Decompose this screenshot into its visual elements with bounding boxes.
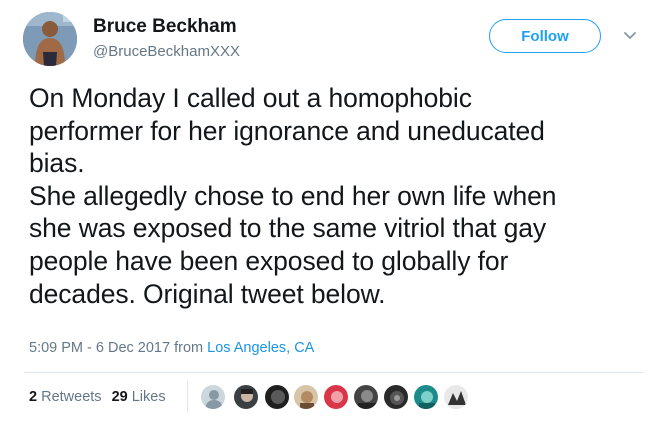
follow-button[interactable]: Follow	[489, 19, 601, 53]
tweet-location-link[interactable]: Los Angeles, CA	[207, 340, 314, 356]
tweet-metadata: 5:09 PM - 6 Dec 2017 from Los Angeles, C…	[29, 340, 314, 356]
tweet-timestamp[interactable]: 5:09 PM - 6 Dec 2017	[29, 340, 170, 356]
likes-stat[interactable]: 29 Likes	[112, 389, 166, 405]
liker-avatar-2[interactable]	[233, 384, 259, 410]
liker-avatar-5[interactable]	[323, 384, 349, 410]
stats-separator	[187, 381, 188, 413]
retweets-stat[interactable]: 2 Retweets	[29, 389, 102, 405]
profile-photo-icon	[23, 12, 77, 66]
tweet-header: Bruce Beckham @BruceBeckhamXXX Follow	[23, 12, 643, 72]
liker-avatar-1[interactable]	[200, 384, 226, 410]
avatar[interactable]	[23, 12, 77, 66]
tweet-card: Bruce Beckham @BruceBeckhamXXX Follow On…	[0, 0, 660, 427]
liker-avatar-3[interactable]	[264, 384, 290, 410]
liker-avatar-4[interactable]	[293, 384, 319, 410]
liker-avatar-6[interactable]	[353, 384, 379, 410]
likes-label: Likes	[131, 389, 166, 405]
liker-avatar-9[interactable]	[443, 384, 469, 410]
retweets-count: 2	[29, 389, 38, 405]
divider	[24, 372, 644, 373]
liker-avatar-7[interactable]	[383, 384, 409, 410]
likes-count: 29	[111, 389, 128, 405]
from-label: from	[174, 340, 204, 356]
user-handle[interactable]: @BruceBeckhamXXX	[93, 43, 240, 60]
tweet-stats: 2 Retweets 29 Likes	[29, 389, 166, 405]
display-name[interactable]: Bruce Beckham	[93, 16, 237, 38]
liker-avatar-8[interactable]	[413, 384, 439, 410]
chevron-down-icon[interactable]	[621, 27, 639, 45]
tweet-text: On Monday I called out a homophobic perf…	[29, 83, 557, 309]
retweets-label: Retweets	[41, 389, 102, 405]
